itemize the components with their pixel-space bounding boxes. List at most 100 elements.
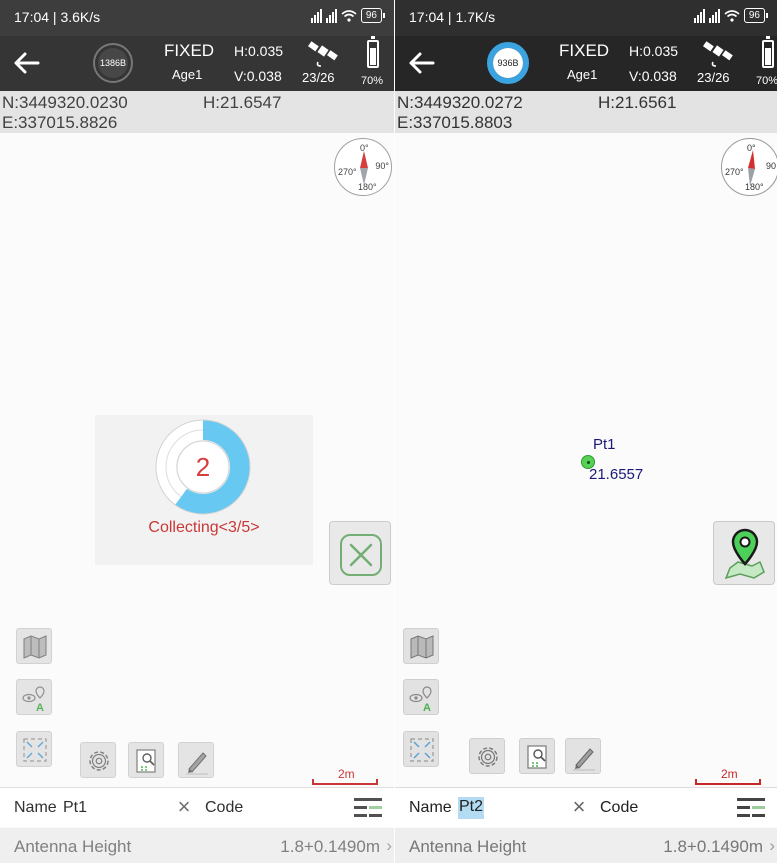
battery-badge: 96 (743, 8, 769, 23)
wifi-icon (724, 9, 740, 22)
compass-icon[interactable]: 0° 90° 180° 270° (334, 138, 392, 196)
cancel-collect-button[interactable] (329, 521, 391, 585)
compass-icon[interactable]: 0° 90 180° 270° (721, 138, 777, 196)
compass-west: 270° (725, 167, 744, 177)
data-size: 936B (497, 58, 519, 68)
survey-data-button[interactable] (128, 742, 164, 778)
signal-icon (325, 8, 337, 23)
zoom-extent-button[interactable] (16, 731, 52, 767)
battery-icon (367, 36, 379, 68)
battery-percent: 70% (756, 75, 777, 87)
expand-icon (410, 738, 434, 762)
antenna-height-value[interactable]: 1.8+0.1490m (280, 837, 380, 857)
compass-east: 90° (375, 161, 389, 171)
point-view-button[interactable]: A (16, 679, 52, 715)
code-label: Code (600, 799, 639, 816)
antenna-height-row[interactable]: Antenna Height 1.8+0.1490m › (0, 828, 394, 863)
coordinate-readout: N:3449320.0272 E:337015.8803 H:21.6561 (395, 91, 777, 133)
antenna-height-label: Antenna Height (14, 837, 132, 856)
antenna-height-value[interactable]: 1.8+0.1490m (663, 837, 763, 857)
collecting-label: Collecting<3/5> (148, 519, 260, 536)
northing: N:3449320.0272 (397, 93, 523, 112)
status-time: 17:04 | 3.6K/s (14, 9, 101, 25)
settings-button[interactable] (80, 742, 116, 778)
point-code-input[interactable] (252, 794, 342, 822)
point-name-input[interactable] (63, 794, 165, 822)
app-header: 1386B FIXED Age1 H:0.035 V:0.038 23/26 7… (0, 36, 394, 91)
map-layers-button[interactable] (16, 628, 52, 664)
scale-line (695, 779, 761, 785)
collect-point-button[interactable] (713, 521, 775, 585)
coordinate-readout: N:3449320.0230 E:337015.8826 H:21.6547 (0, 91, 394, 133)
map-icon (23, 635, 47, 659)
zoom-extent-button[interactable] (403, 731, 439, 767)
vertical-precision: V:0.038 (234, 68, 282, 84)
gear-icon (478, 747, 498, 767)
status-bar: 17:04 | 1.7K/s 96 (395, 0, 777, 36)
status-icons: 96 (693, 8, 769, 23)
code-label: Code (205, 799, 244, 816)
back-arrow-icon[interactable] (10, 48, 44, 78)
satellite-icon[interactable] (701, 40, 735, 68)
correction-age: Age1 (172, 67, 203, 82)
close-icon[interactable]: × (173, 794, 195, 820)
elevation: H:21.6561 (598, 93, 677, 112)
svg-text:A: A (36, 702, 44, 712)
point-view-button[interactable]: A (403, 679, 439, 715)
vertical-precision: V:0.038 (629, 68, 677, 84)
collecting-count: 2 (195, 452, 211, 482)
map-pin-icon (724, 528, 765, 580)
edit-button[interactable] (565, 738, 601, 774)
status-time: 17:04 | 1.7K/s (409, 9, 496, 25)
antenna-height-row[interactable]: Antenna Height 1.8+0.1490m › (395, 828, 777, 863)
correction-age: Age1 (567, 67, 598, 82)
data-size: 1386B (99, 58, 127, 68)
compass-east: 90 (765, 161, 776, 171)
antenna-height-label: Antenna Height (409, 837, 527, 856)
chevron-right-icon: › (769, 836, 775, 855)
document-search-icon (136, 749, 156, 773)
pencil-icon (573, 748, 595, 771)
eye-pin-icon: A (409, 686, 432, 712)
expand-icon (23, 738, 47, 762)
satellite-count: 23/26 (697, 70, 730, 85)
battery-icon (762, 36, 774, 68)
data-link-indicator: 936B (486, 41, 530, 85)
elevation: H:21.6547 (203, 93, 282, 112)
compass-north: 0° (747, 143, 756, 153)
signal-icon (693, 8, 705, 23)
pencil-icon (186, 752, 208, 775)
list-icon[interactable] (354, 796, 382, 820)
fix-status: FIXED (559, 41, 610, 60)
compass-north: 0° (360, 143, 369, 153)
point-form: Name Pt2 × Code (395, 787, 777, 827)
eye-pin-icon: A (22, 686, 45, 712)
scale-line (312, 779, 378, 785)
map-point-name: Pt1 (593, 436, 616, 453)
name-label: Name (409, 799, 452, 816)
satellite-icon[interactable] (306, 40, 340, 68)
gear-icon (89, 751, 109, 771)
horizontal-precision: H:0.035 (234, 43, 284, 59)
name-label: Name (14, 799, 57, 816)
data-link-indicator: 1386B (91, 41, 135, 85)
signal-icon (708, 8, 720, 23)
scale-bar: 2m (695, 767, 761, 787)
list-icon[interactable] (737, 796, 765, 820)
app-header: 936B FIXED Age1 H:0.035 V:0.038 23/26 70… (395, 36, 777, 91)
close-icon[interactable]: × (568, 794, 590, 820)
svg-text:A: A (423, 702, 431, 712)
survey-data-button[interactable] (519, 738, 555, 774)
collecting-indicator: 2 Collecting<3/5> (95, 415, 313, 565)
compass-west: 270° (338, 167, 357, 177)
wifi-icon (341, 9, 357, 22)
map-layers-button[interactable] (403, 628, 439, 664)
point-code-input[interactable] (647, 794, 737, 822)
settings-button[interactable] (469, 738, 505, 774)
back-arrow-icon[interactable] (405, 48, 439, 78)
scale-bar: 2m (312, 767, 378, 787)
point-name-input[interactable]: Pt2 (458, 797, 485, 819)
close-icon (340, 534, 382, 576)
edit-button[interactable] (178, 742, 214, 778)
document-search-icon (527, 745, 547, 769)
